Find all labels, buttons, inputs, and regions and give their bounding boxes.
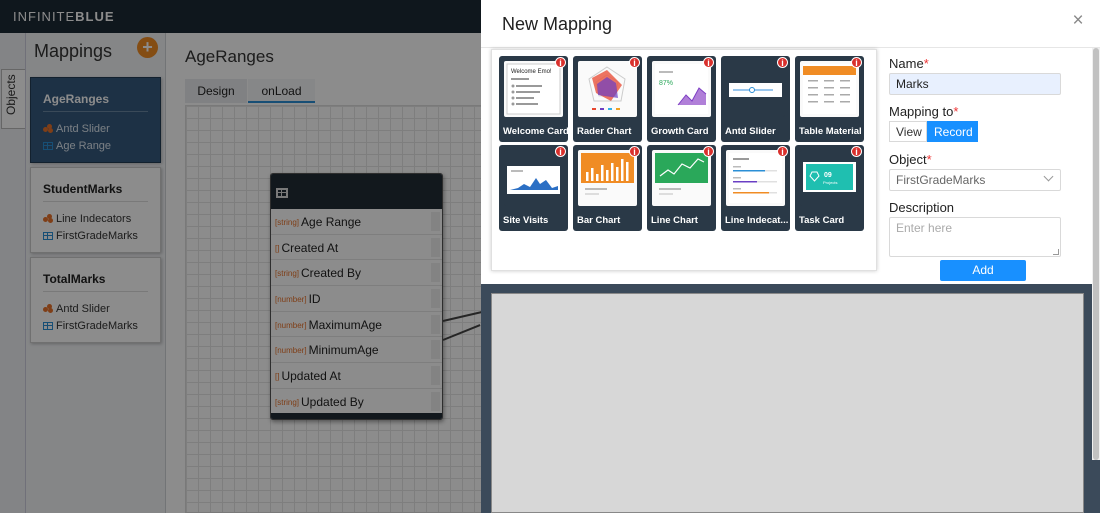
table-material-thumbnail (800, 61, 859, 117)
task-card-icon: 09 Projects (803, 162, 856, 192)
welcome-card-thumbnail: Welcome Emo! (504, 61, 563, 117)
info-icon[interactable]: i (555, 146, 566, 157)
growth-value: 87% (659, 80, 673, 87)
modal-scrollbar[interactable] (1092, 48, 1100, 460)
site-visits-thumbnail (504, 150, 563, 206)
template-line-chart[interactable]: i Line Chart (647, 145, 716, 231)
line-chart-thumbnail (652, 150, 711, 206)
task-card-thumbnail: 09 Projects (800, 150, 859, 206)
info-icon[interactable]: i (703, 146, 714, 157)
template-gallery: Welcome Emo! i Welcome Card i Rader Char… (491, 49, 877, 271)
preview-frame (481, 284, 1100, 513)
chevron-down-icon (1043, 171, 1054, 182)
bar-chart-thumbnail (578, 150, 637, 206)
template-table-material[interactable]: i Table Material (795, 56, 864, 142)
welcome-card-preview-icon: Welcome Emo! (506, 63, 561, 115)
progress-lines-icon (729, 153, 782, 203)
resize-handle-icon[interactable] (1053, 249, 1059, 255)
task-caption: Projects (823, 180, 837, 185)
slider-icon (729, 83, 782, 97)
name-label: Name* (889, 56, 929, 71)
template-label: Site Visits (503, 215, 549, 226)
template-label: Line Indecat... (725, 215, 789, 226)
divider (481, 47, 1100, 48)
task-number: 09 (824, 172, 832, 179)
rader-chart-thumbnail (578, 61, 637, 117)
template-rader-chart[interactable]: i Rader Chart (573, 56, 642, 142)
info-icon[interactable]: i (851, 57, 862, 68)
info-icon[interactable]: i (629, 146, 640, 157)
preview-area (491, 293, 1084, 513)
template-task-card[interactable]: 09 Projects i Task Card (795, 145, 864, 231)
growth-chart-icon: 87% (655, 64, 708, 114)
description-textarea[interactable]: Enter here (889, 217, 1061, 257)
antd-slider-thumbnail (726, 61, 785, 117)
template-welcome-card[interactable]: Welcome Emo! i Welcome Card (499, 56, 568, 142)
radar-chart-icon (588, 66, 626, 110)
line-chart-icon (655, 153, 708, 195)
bar-chart-icon (581, 153, 634, 195)
table-icon (803, 64, 856, 114)
template-bar-chart[interactable]: i Bar Chart (573, 145, 642, 231)
template-label: Growth Card (651, 126, 709, 137)
line-indicators-thumbnail (726, 150, 785, 206)
close-icon[interactable]: × (1070, 11, 1086, 30)
template-label: Antd Slider (725, 126, 776, 137)
mapping-to-label: Mapping to* (889, 104, 959, 119)
object-select[interactable]: FirstGradeMarks (889, 169, 1061, 191)
template-label: Task Card (799, 215, 845, 226)
info-icon[interactable]: i (777, 57, 788, 68)
mapping-option-record[interactable]: Record (927, 121, 978, 142)
modal-title: New Mapping (502, 14, 613, 34)
area-chart-icon (507, 166, 560, 194)
scrollbar-thumb[interactable] (1093, 48, 1099, 460)
welcome-heading: Welcome Emo! (511, 69, 552, 75)
template-label: Line Chart (651, 215, 698, 226)
template-label: Rader Chart (577, 126, 632, 137)
template-label: Welcome Card (503, 126, 568, 137)
template-label: Bar Chart (577, 215, 621, 226)
template-line-indicators[interactable]: i Line Indecat... (721, 145, 790, 231)
info-icon[interactable]: i (703, 57, 714, 68)
info-icon[interactable]: i (851, 146, 862, 157)
template-antd-slider[interactable]: i Antd Slider (721, 56, 790, 142)
name-input[interactable]: Marks (889, 73, 1061, 95)
info-icon[interactable]: i (629, 57, 640, 68)
add-button[interactable]: Add (940, 260, 1026, 281)
template-label: Table Material (799, 126, 862, 137)
mapping-option-view[interactable]: View (889, 121, 927, 142)
description-label: Description (889, 200, 955, 215)
template-growth-card[interactable]: 87% i Growth Card (647, 56, 716, 142)
info-icon[interactable]: i (777, 146, 788, 157)
template-site-visits[interactable]: i Site Visits (499, 145, 568, 231)
object-label: Object* (889, 152, 932, 167)
growth-card-thumbnail: 87% (652, 61, 711, 117)
new-mapping-modal: New Mapping × Welcome Emo! i Welcome Car… (481, 0, 1100, 513)
info-icon[interactable]: i (555, 57, 566, 68)
